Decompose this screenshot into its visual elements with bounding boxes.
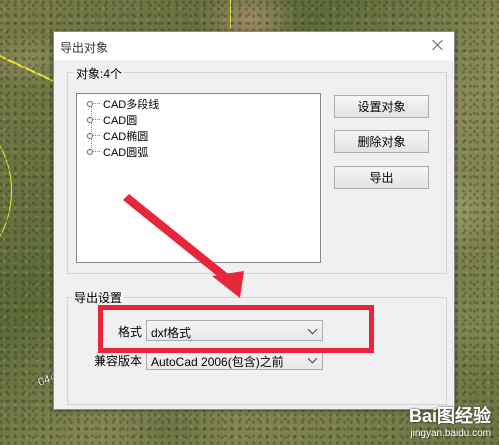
watermark-url: jingyan.baidu.com (410, 428, 491, 439)
highlight-box (98, 305, 374, 353)
annotation-arrow (123, 194, 244, 298)
watermark-brand: Bai图经验 (408, 406, 491, 426)
arrow-shaft (123, 194, 232, 283)
watermark: Bai图经验 jingyan.baidu.com (409, 402, 491, 439)
